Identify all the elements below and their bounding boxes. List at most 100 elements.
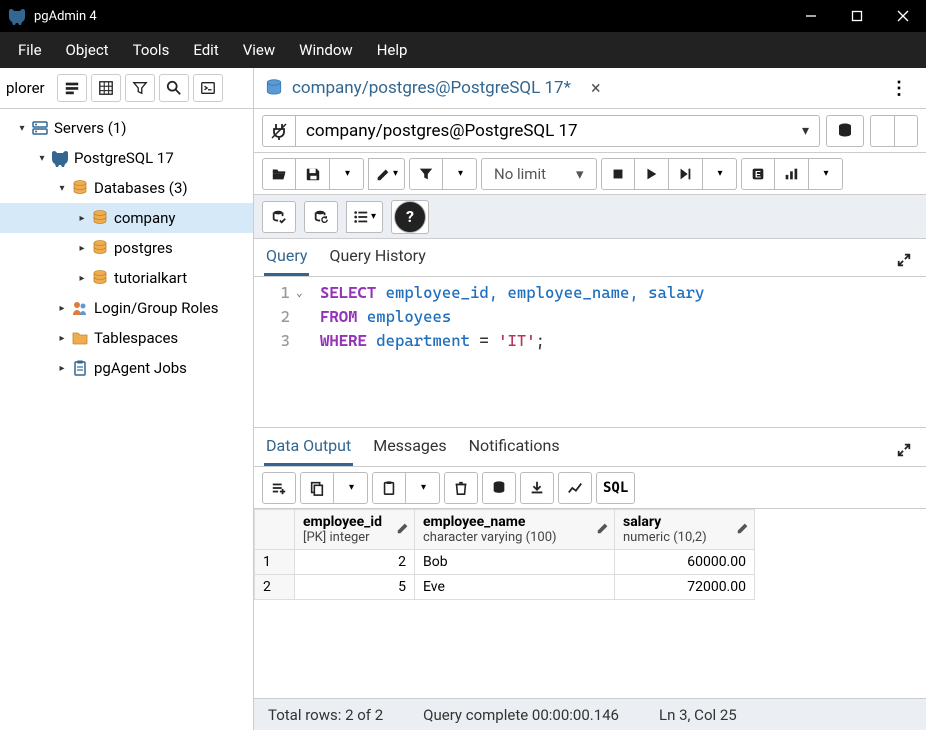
query-tab-title[interactable]: company/postgres@PostgreSQL 17* bbox=[292, 78, 571, 98]
connection-selector[interactable]: company/postgres@PostgreSQL 17 ▾ bbox=[296, 115, 820, 147]
help-button[interactable]: ? bbox=[391, 200, 429, 234]
tree-node-db-postgres[interactable]: ▸ postgres bbox=[0, 233, 253, 263]
tree-node-pg17[interactable]: ▾ PostgreSQL 17 bbox=[0, 143, 253, 173]
object-tree[interactable]: ▾ Servers (1) ▾ PostgreSQL 17 ▾ Database… bbox=[0, 109, 253, 730]
cell-employee-name[interactable]: Bob bbox=[415, 550, 615, 575]
window-minimize-button[interactable] bbox=[788, 0, 834, 32]
paste-dropdown[interactable]: ▾ bbox=[406, 472, 440, 504]
execute-query-button[interactable] bbox=[635, 158, 669, 190]
commit-button[interactable] bbox=[262, 201, 296, 233]
paste-button[interactable] bbox=[372, 472, 406, 504]
window-maximize-button[interactable] bbox=[834, 0, 880, 32]
open-file-button[interactable] bbox=[262, 158, 296, 190]
cell-salary[interactable]: 72000.00 bbox=[615, 575, 755, 600]
cell-employee-name[interactable]: Eve bbox=[415, 575, 615, 600]
chevron-right-icon[interactable]: ▸ bbox=[54, 333, 70, 344]
chevron-right-icon[interactable]: ▸ bbox=[74, 273, 90, 284]
menu-object[interactable]: Object bbox=[56, 35, 119, 65]
explorer-psql-button[interactable] bbox=[193, 74, 223, 102]
rollback-button[interactable] bbox=[304, 201, 338, 233]
copy-dropdown[interactable]: ▾ bbox=[334, 472, 368, 504]
sql-editor[interactable]: 1 2 3 ⌄ SELECT employee_id, employee_nam… bbox=[254, 277, 926, 427]
explorer-view-data-button[interactable] bbox=[91, 74, 121, 102]
save-file-button[interactable] bbox=[296, 158, 330, 190]
explain-analyze-button[interactable] bbox=[775, 158, 809, 190]
explain-dropdown[interactable]: ▾ bbox=[809, 158, 843, 190]
grid-corner[interactable] bbox=[255, 510, 295, 550]
column-header-employee-name[interactable]: employee_name character varying (100) bbox=[415, 510, 615, 550]
window-close-button[interactable] bbox=[880, 0, 926, 32]
copy-button[interactable] bbox=[300, 472, 334, 504]
column-header-salary[interactable]: salary numeric (10,2) bbox=[615, 510, 755, 550]
macros-button[interactable]: ▾ bbox=[346, 201, 383, 233]
chevron-right-icon[interactable]: ▸ bbox=[74, 243, 90, 254]
explain-button[interactable] bbox=[741, 158, 775, 190]
editor-fold-gutter[interactable]: ⌄ bbox=[296, 277, 316, 427]
menu-edit[interactable]: Edit bbox=[183, 35, 228, 65]
explorer-query-tool-button[interactable] bbox=[57, 74, 87, 102]
tree-node-pgagent[interactable]: ▸ pgAgent Jobs bbox=[0, 353, 253, 383]
delete-row-button[interactable] bbox=[444, 472, 478, 504]
tab-data-output[interactable]: Data Output bbox=[264, 428, 353, 466]
cell-employee-id[interactable]: 2 bbox=[295, 550, 415, 575]
tree-node-login-roles[interactable]: ▸ Login/Group Roles bbox=[0, 293, 253, 323]
tree-node-tablespaces[interactable]: ▸ Tablespaces bbox=[0, 323, 253, 353]
tab-query[interactable]: Query bbox=[264, 238, 309, 276]
conn-role-dropdown[interactable] bbox=[894, 115, 918, 147]
edit-button[interactable]: ▾ bbox=[368, 158, 405, 190]
chevron-down-icon[interactable]: ▾ bbox=[14, 123, 30, 134]
server-group-icon bbox=[30, 119, 50, 137]
sql-view-button[interactable]: SQL bbox=[596, 472, 635, 504]
menu-tools[interactable]: Tools bbox=[123, 35, 180, 65]
data-row[interactable]: 2 5 Eve 72000.00 bbox=[255, 575, 755, 600]
menu-view[interactable]: View bbox=[233, 35, 285, 65]
menu-window[interactable]: Window bbox=[289, 35, 363, 65]
cell-salary[interactable]: 60000.00 bbox=[615, 550, 755, 575]
row-limit-selector[interactable]: No limit ▾ bbox=[481, 158, 597, 190]
filter-button[interactable] bbox=[409, 158, 443, 190]
conn-role-button[interactable] bbox=[870, 115, 894, 147]
menu-file[interactable]: File bbox=[8, 35, 52, 65]
new-connection-button[interactable] bbox=[826, 115, 864, 147]
data-output-grid[interactable]: employee_id [PK] integer employee_name c… bbox=[254, 509, 926, 698]
column-header-employee-id[interactable]: employee_id [PK] integer bbox=[295, 510, 415, 550]
chart-button[interactable] bbox=[558, 472, 592, 504]
cancel-query-button[interactable] bbox=[601, 158, 635, 190]
editor-gutter: 1 2 3 bbox=[254, 277, 296, 427]
chevron-right-icon[interactable]: ▸ bbox=[54, 303, 70, 314]
cell-employee-id[interactable]: 5 bbox=[295, 575, 415, 600]
chevron-down-icon[interactable]: ▾ bbox=[54, 183, 70, 194]
output-expand-button[interactable] bbox=[892, 438, 916, 466]
tree-node-db-tutorialkart[interactable]: ▸ tutorialkart bbox=[0, 263, 253, 293]
chevron-right-icon[interactable]: ▸ bbox=[74, 213, 90, 224]
filter-dropdown[interactable]: ▾ bbox=[443, 158, 477, 190]
tree-node-db-company[interactable]: ▸ company bbox=[0, 203, 253, 233]
execute-script-button[interactable] bbox=[669, 158, 703, 190]
menu-help[interactable]: Help bbox=[367, 35, 418, 65]
save-data-button[interactable] bbox=[482, 472, 516, 504]
tab-query-history[interactable]: Query History bbox=[327, 238, 427, 276]
row-number[interactable]: 1 bbox=[255, 550, 295, 575]
execute-dropdown[interactable]: ▾ bbox=[703, 158, 737, 190]
explorer-filter-button[interactable] bbox=[125, 74, 155, 102]
explorer-search-button[interactable] bbox=[159, 74, 189, 102]
pencil-icon[interactable] bbox=[736, 521, 750, 539]
add-row-button[interactable] bbox=[262, 472, 296, 504]
chevron-down-icon[interactable]: ▾ bbox=[34, 153, 50, 164]
pencil-icon[interactable] bbox=[596, 521, 610, 539]
tab-messages[interactable]: Messages bbox=[371, 428, 448, 466]
tab-notifications[interactable]: Notifications bbox=[467, 428, 562, 466]
tab-overflow-menu[interactable]: ⋮ bbox=[882, 74, 916, 103]
tree-node-databases[interactable]: ▾ Databases (3) bbox=[0, 173, 253, 203]
connection-status-button[interactable] bbox=[262, 115, 296, 147]
data-row[interactable]: 1 2 Bob 60000.00 bbox=[255, 550, 755, 575]
tab-close-button[interactable]: × bbox=[585, 76, 607, 101]
sql-code[interactable]: SELECT employee_id, employee_name, salar… bbox=[316, 277, 926, 427]
editor-expand-button[interactable] bbox=[892, 248, 916, 276]
tree-node-servers[interactable]: ▾ Servers (1) bbox=[0, 113, 253, 143]
row-number[interactable]: 2 bbox=[255, 575, 295, 600]
chevron-right-icon[interactable]: ▸ bbox=[54, 363, 70, 374]
save-dropdown[interactable]: ▾ bbox=[330, 158, 364, 190]
pencil-icon[interactable] bbox=[396, 521, 410, 539]
download-button[interactable] bbox=[520, 472, 554, 504]
